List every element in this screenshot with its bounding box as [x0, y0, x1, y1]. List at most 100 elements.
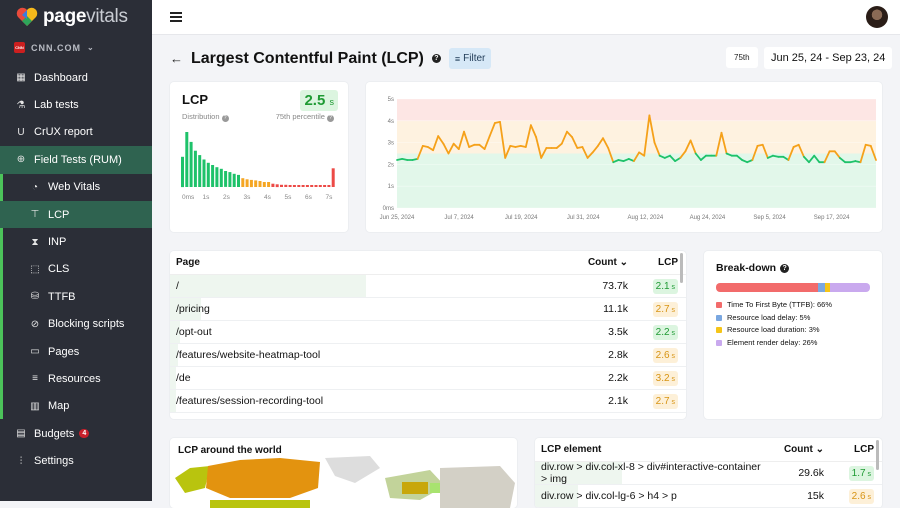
hamburger-menu-icon[interactable]: [170, 12, 182, 22]
lcp-value: 2.1: [655, 280, 670, 292]
table-row[interactable]: /de 2.2k 3.2 s: [170, 367, 686, 390]
sidebar-item-field-tests-rum[interactable]: ⊕ Field Tests (RUM): [0, 146, 152, 174]
world-map[interactable]: [170, 438, 517, 508]
page-path[interactable]: /features/website-heatmap-tool: [176, 349, 566, 361]
sidebar-item-label: Map: [48, 400, 70, 413]
sidebar-item-resources[interactable]: ≡ Resources: [0, 365, 152, 392]
help-icon[interactable]: ?: [221, 115, 229, 122]
count-column-header[interactable]: Count ⌄: [762, 444, 824, 455]
sidebar-item-lab-tests[interactable]: ⚗ Lab tests: [0, 91, 152, 118]
scrollbar[interactable]: [876, 440, 879, 470]
table-row[interactable]: /opt-out 3.5k 2.2 s: [170, 321, 686, 344]
user-avatar[interactable]: [866, 6, 888, 28]
help-icon[interactable]: ?: [327, 115, 334, 122]
sidebar-item-map[interactable]: ▥ Map: [0, 393, 152, 420]
lcp-column-header[interactable]: LCP: [824, 444, 874, 455]
breakdown-segment: [716, 283, 818, 292]
sidebar-item-label: Budgets: [34, 427, 75, 440]
paint-roller-icon: ⊤: [30, 209, 40, 221]
histogram-bar: [267, 182, 271, 187]
breakdown-card: Break-down? Time To First Byte (TTFB): 6…: [704, 251, 882, 419]
sidebar-item-cls[interactable]: ⬚ CLS: [0, 256, 152, 283]
globe-icon: ⊕: [16, 154, 26, 166]
scrollbar[interactable]: [680, 253, 683, 283]
map-region-russia-asia: [440, 466, 515, 508]
legend-swatch: [716, 340, 722, 347]
table-row[interactable]: div.row > div.col-xl-8 > div#interactive…: [535, 461, 882, 485]
map-region-greenland: [325, 456, 380, 483]
lcp-value-pill: 2.6 s: [652, 347, 678, 363]
y-tick-label: 4s: [388, 119, 394, 125]
lcp-value-pill: 2.6 s: [848, 488, 874, 504]
sidebar-item-label: Pages: [48, 345, 80, 358]
count-column-header[interactable]: Count ⌄: [566, 257, 628, 268]
percentile-selector[interactable]: 75th: [726, 47, 758, 68]
table-row[interactable]: div.row > div.col-lg-6 > h4 > p 15k 2.6 s: [535, 485, 882, 508]
page-path[interactable]: /: [176, 280, 566, 292]
element-selector[interactable]: div.row > div.col-lg-6 > h4 > p: [541, 490, 762, 502]
lcp-column-header[interactable]: LCP: [628, 257, 678, 268]
table-row[interactable]: /pricing 11.1k 2.7 s: [170, 298, 686, 321]
page-title: Largest Contentful Paint (LCP): [191, 49, 424, 67]
page-column-header: Page: [176, 257, 200, 268]
help-icon[interactable]: ?: [780, 263, 790, 273]
budget-count-badge: 4: [79, 429, 90, 439]
page-path[interactable]: /features/session-recording-tool: [176, 395, 566, 407]
pagevitals-logo[interactable]: page vitals: [16, 6, 128, 28]
back-arrow-icon[interactable]: ←: [170, 51, 183, 66]
hourglass-icon: ⧗: [31, 236, 39, 248]
lcp-value-pill: 2.7 s: [652, 301, 678, 317]
lcp-distribution-histogram: 0ms 1s 2s 3s 4s 5s 6s 7s: [181, 132, 335, 201]
table-row[interactable]: /features/website-heatmap-tool 2.8k 2.6 s: [170, 344, 686, 367]
histogram-tick-label: 4s: [264, 194, 272, 201]
lcp-value: 2.7: [655, 303, 670, 315]
sidebar-item-budgets[interactable]: ▤ Budgets 4: [0, 420, 152, 447]
lcp-cell: 2.6 s: [824, 488, 874, 504]
page-path[interactable]: /opt-out: [176, 326, 566, 338]
sidebar-item-label: Lab tests: [34, 99, 79, 112]
table-row[interactable]: /features/session-recording-tool 2.1k 2.7 …: [170, 390, 686, 413]
breakdown-legend: Time To First Byte (TTFB): 66% Resource l…: [716, 299, 832, 349]
good-zone: [397, 153, 876, 208]
map-region-canada: [206, 458, 320, 498]
needs-improvement-zone: [397, 120, 876, 154]
legend-swatch: [716, 327, 722, 334]
sidebar-item-web-vitals[interactable]: ◔ Web Vitals: [0, 174, 152, 201]
legend-label: Resource load delay: 5%: [727, 312, 811, 322]
lcp-cell: 2.6 s: [628, 347, 678, 363]
count-header-label: Count: [587, 257, 617, 268]
flask-icon: ⚗: [16, 99, 26, 111]
lcp-card-title: LCP: [182, 92, 208, 107]
sidebar-item-dashboard[interactable]: ▦ Dashboard: [0, 64, 152, 91]
count-header-label: Count: [783, 444, 813, 455]
element-selector[interactable]: div.row > div.col-xl-8 > div#interactive…: [541, 461, 762, 485]
map-region-alaska: [175, 466, 210, 493]
lcp-value: 1.7: [851, 467, 866, 479]
site-selector[interactable]: CNN CNN.COM ⌄: [14, 42, 95, 53]
page-path[interactable]: /pricing: [176, 303, 566, 315]
histogram-bar: [237, 174, 240, 187]
help-icon[interactable]: ?: [431, 54, 441, 63]
legend-swatch: [716, 302, 722, 309]
sidebar-item-ttfb[interactable]: ⛁ TTFB: [0, 283, 152, 310]
sidebar-item-label: Field Tests (RUM): [34, 153, 122, 166]
sidebar-item-settings[interactable]: ⫶ Settings: [0, 447, 152, 474]
filter-button[interactable]: ≡ Filter: [448, 48, 492, 69]
sidebar-item-blocking-scripts[interactable]: ⊘ Blocking scripts: [0, 311, 152, 338]
sidebar-item-lcp[interactable]: ⊤ LCP: [0, 200, 152, 229]
date-range-picker[interactable]: Jun 25, 24 - Sep 23, 24: [764, 47, 893, 69]
page-count: 3.5k: [608, 326, 628, 338]
histogram-bar: [331, 168, 335, 187]
histogram-bar: [301, 185, 305, 187]
sidebar-item-pages[interactable]: ▭ Pages: [0, 338, 152, 365]
lcp-value: 2.6: [655, 349, 670, 361]
dashboard-icon: ▦: [16, 72, 26, 84]
layout-shift-icon: ⬚: [30, 263, 40, 275]
sidebar-item-crux-report[interactable]: U CrUX report: [0, 119, 152, 146]
page-path[interactable]: /de: [176, 372, 566, 384]
histogram-tick-label: 5s: [285, 194, 293, 201]
table-row[interactable]: / 73.7k 2.1 s: [170, 275, 686, 298]
sidebar-item-inp[interactable]: ⧗ INP: [0, 228, 152, 255]
lcp-value: 2.2: [655, 326, 670, 338]
x-tick-label: Aug 12, 2024: [627, 215, 663, 221]
